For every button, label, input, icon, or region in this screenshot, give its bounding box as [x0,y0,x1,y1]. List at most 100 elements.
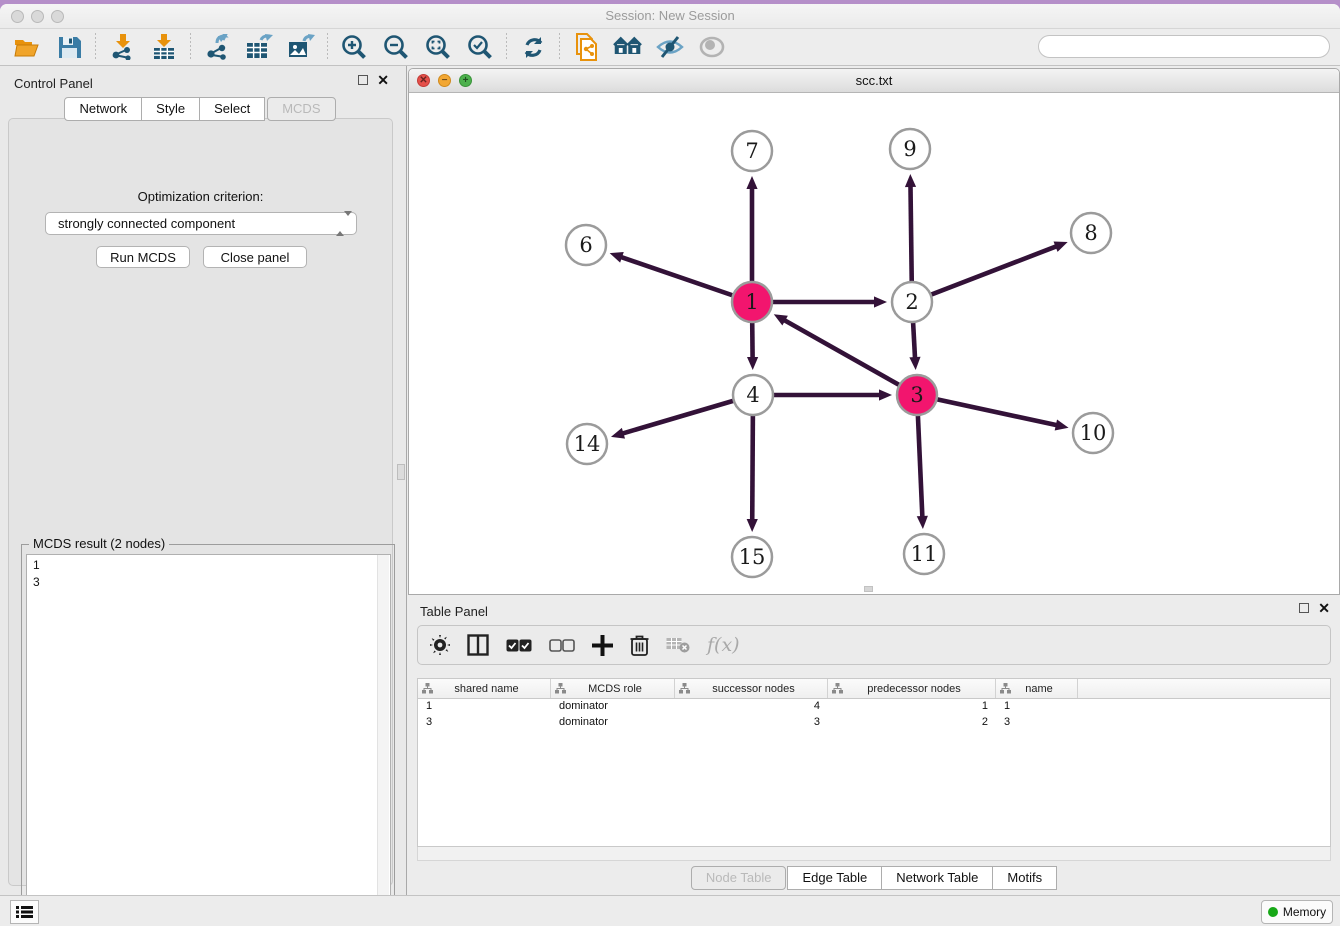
column-header-successor-nodes[interactable]: successor nodes [675,679,828,698]
table-panel-window-buttons: ✕ [1299,603,1330,613]
export-network-icon[interactable] [202,32,232,62]
splitter-handle[interactable] [397,464,405,480]
column-header-MCDS-role[interactable]: MCDS role [551,679,675,698]
zoom-out-icon[interactable] [381,32,411,62]
tab-network[interactable]: Network [64,97,142,121]
table-cell[interactable]: 4 [675,699,828,715]
table-cell[interactable]: dominator [551,699,675,715]
deselect-all-icon[interactable] [549,639,575,652]
column-header-name[interactable]: name [996,679,1078,698]
edge-2-8[interactable] [912,246,1057,302]
node-label-9: 9 [903,137,916,161]
network-view-frame: ✕ − + scc.txt 1234678910111415 [408,68,1340,595]
hierarchy-home-icon[interactable] [613,32,643,62]
column-header-predecessor-nodes[interactable]: predecessor nodes [828,679,996,698]
function-builder-icon[interactable]: f(x) [707,634,740,656]
tab-node-table[interactable]: Node Table [691,866,787,890]
tab-edge-table[interactable]: Edge Table [787,866,882,890]
frame-resize-handle[interactable] [864,586,873,592]
network-graph: 1234678910111415 [409,93,1339,594]
memory-label: Memory [1283,905,1326,919]
save-session-icon[interactable] [54,32,84,62]
table-cell[interactable]: 1 [418,699,551,715]
select-all-icon[interactable] [506,639,532,652]
table-cell[interactable]: 3 [675,715,828,731]
network-frame-title: scc.txt [409,73,1339,88]
table-panel-title: Table Panel [420,604,488,619]
node-label-1: 1 [745,290,758,314]
zoom-fit-icon[interactable] [423,32,453,62]
hide-selected-icon[interactable] [655,32,685,62]
node-label-14: 14 [574,432,601,456]
import-network-icon[interactable] [107,32,137,62]
mcds-result-title: MCDS result (2 nodes) [29,536,169,551]
arrowhead-icon [905,174,916,187]
mcds-result-text[interactable]: 1 3 [26,554,391,922]
memory-button[interactable]: Memory [1261,900,1333,924]
show-all-icon[interactable] [697,32,727,62]
zoom-selected-icon[interactable] [465,32,495,62]
node-table[interactable]: shared nameMCDS rolesuccessor nodesprede… [417,678,1331,847]
table-header-row: shared nameMCDS rolesuccessor nodesprede… [418,679,1330,699]
column-header-shared-name[interactable]: shared name [418,679,551,698]
column-type-icon [1000,683,1011,694]
table-cell[interactable]: 3 [996,715,1078,731]
tab-network-table[interactable]: Network Table [881,866,993,890]
table-row[interactable]: 3dominator323 [418,715,1330,731]
table-cell[interactable]: 1 [996,699,1078,715]
close-panel-button[interactable]: Close panel [203,246,307,268]
import-table-icon[interactable] [149,32,179,62]
column-type-icon [555,683,566,694]
table-cell[interactable]: 3 [418,715,551,731]
close-panel-icon[interactable]: ✕ [1318,603,1330,613]
add-column-icon[interactable] [592,635,613,656]
search-input[interactable] [1038,35,1330,58]
column-type-icon [832,683,843,694]
clone-network-icon[interactable] [571,32,601,62]
export-table-icon[interactable] [244,32,274,62]
float-panel-icon[interactable] [358,75,368,85]
refresh-icon[interactable] [518,32,548,62]
arrowhead-icon [746,176,757,189]
arrowhead-icon [909,357,920,370]
tab-select[interactable]: Select [199,97,265,121]
delete-table-icon[interactable] [666,637,690,653]
network-canvas[interactable]: 1234678910111415 [409,93,1339,594]
panel-splitter[interactable] [401,66,407,895]
table-panel-tabs: Node TableEdge TableNetwork TableMotifs [408,866,1340,890]
chevron-updown-icon [336,216,348,232]
delete-column-icon[interactable] [630,634,649,656]
open-file-icon[interactable] [12,32,42,62]
dropdown-value: strongly connected component [58,216,235,231]
window-title: Session: New Session [0,8,1340,23]
toolbar-separator [190,33,191,61]
tab-motifs[interactable]: Motifs [992,866,1057,890]
table-cell[interactable]: 2 [828,715,996,731]
table-cell[interactable]: dominator [551,715,675,731]
optimization-criterion-select[interactable]: strongly connected component [45,212,357,235]
close-panel-icon[interactable]: ✕ [377,75,389,85]
table-hscrollbar[interactable] [417,847,1331,861]
edge-3-1[interactable] [783,320,917,395]
arrowhead-icon [747,357,758,370]
control-panel-title: Control Panel [14,76,93,91]
float-panel-icon[interactable] [1299,603,1309,613]
table-cell[interactable]: 1 [828,699,996,715]
columns-icon[interactable] [467,634,489,656]
node-label-11: 11 [911,542,938,566]
export-image-icon[interactable] [286,32,316,62]
tab-style[interactable]: Style [141,97,200,121]
table-panel: Table Panel ✕ f(x) shared nameMCDS rol [408,599,1340,895]
task-history-button[interactable] [10,900,39,924]
toolbar-separator [559,33,560,61]
arrowhead-icon [1054,241,1068,251]
gear-icon[interactable] [430,635,450,655]
edge-3-10[interactable] [917,395,1058,425]
tab-mcds[interactable]: MCDS [267,97,335,121]
run-mcds-button[interactable]: Run MCDS [96,246,190,268]
zoom-in-icon[interactable] [339,32,369,62]
network-frame-titlebar[interactable]: ✕ − + scc.txt [409,69,1339,93]
table-row[interactable]: 1dominator411 [418,699,1330,715]
result-scrollbar[interactable] [377,555,389,921]
arrowhead-icon [917,516,928,529]
